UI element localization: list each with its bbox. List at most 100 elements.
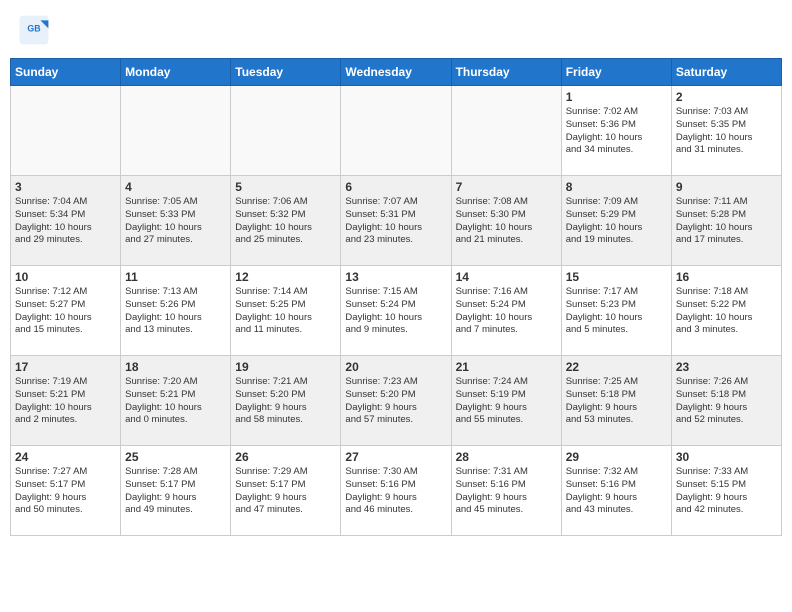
calendar-day-cell [11, 86, 121, 176]
weekday-header: Saturday [671, 59, 781, 86]
calendar-week-row: 1 Sunrise: 7:02 AM Sunset: 5:36 PM Daylig… [11, 86, 782, 176]
calendar-day-cell: 8Sunrise: 7:09 AM Sunset: 5:29 PM Daylig… [561, 176, 671, 266]
day-info: Sunrise: 7:04 AM Sunset: 5:34 PM Dayligh… [15, 196, 116, 247]
day-number: 22 [566, 360, 667, 374]
calendar-day-cell [451, 86, 561, 176]
day-number: 16 [676, 270, 777, 284]
calendar-day-cell [231, 86, 341, 176]
day-number: 6 [345, 180, 446, 194]
day-number: 30 [676, 450, 777, 464]
day-info: Sunrise: 7:20 AM Sunset: 5:21 PM Dayligh… [125, 376, 226, 427]
day-number: 18 [125, 360, 226, 374]
day-number: 9 [676, 180, 777, 194]
day-info: Sunrise: 7:07 AM Sunset: 5:31 PM Dayligh… [345, 196, 446, 247]
calendar-day-cell: 19 Sunrise: 7:21 AM Sunset: 5:20 PM Dayli… [231, 356, 341, 446]
day-info: Sunrise: 7:29 AM Sunset: 5:17 PM Dayligh… [235, 466, 336, 517]
day-number: 29 [566, 450, 667, 464]
day-info: Sunrise: 7:02 AM Sunset: 5:36 PM Dayligh… [566, 106, 667, 157]
day-info: Sunrise: 7:16 AM Sunset: 5:24 PM Dayligh… [456, 286, 557, 337]
calendar-table: SundayMondayTuesdayWednesdayThursdayFrid… [10, 58, 782, 536]
day-number: 7 [456, 180, 557, 194]
calendar-day-cell [341, 86, 451, 176]
calendar-day-cell: 11 Sunrise: 7:13 AM Sunset: 5:26 PM Dayli… [121, 266, 231, 356]
day-number: 19 [235, 360, 336, 374]
day-number: 12 [235, 270, 336, 284]
day-number: 15 [566, 270, 667, 284]
day-info: Sunrise: 7:26 AM Sunset: 5:18 PM Dayligh… [676, 376, 777, 427]
day-number: 14 [456, 270, 557, 284]
day-number: 17 [15, 360, 116, 374]
day-info: Sunrise: 7:23 AM Sunset: 5:20 PM Dayligh… [345, 376, 446, 427]
calendar-day-cell: 7 Sunrise: 7:08 AM Sunset: 5:30 PM Daylig… [451, 176, 561, 266]
calendar-day-cell: 24Sunrise: 7:27 AM Sunset: 5:17 PM Dayli… [11, 446, 121, 536]
calendar-day-cell: 18 Sunrise: 7:20 AM Sunset: 5:21 PM Dayli… [121, 356, 231, 446]
day-info: Sunrise: 7:17 AM Sunset: 5:23 PM Dayligh… [566, 286, 667, 337]
calendar-day-cell: 10 Sunrise: 7:12 AM Sunset: 5:27 PM Dayli… [11, 266, 121, 356]
calendar-week-row: 10 Sunrise: 7:12 AM Sunset: 5:27 PM Dayli… [11, 266, 782, 356]
day-info: Sunrise: 7:09 AM Sunset: 5:29 PM Dayligh… [566, 196, 667, 247]
day-number: 20 [345, 360, 446, 374]
calendar-day-cell: 26 Sunrise: 7:29 AM Sunset: 5:17 PM Dayli… [231, 446, 341, 536]
day-info: Sunrise: 7:19 AM Sunset: 5:21 PM Dayligh… [15, 376, 116, 427]
calendar-day-cell [121, 86, 231, 176]
day-info: Sunrise: 7:08 AM Sunset: 5:30 PM Dayligh… [456, 196, 557, 247]
day-info: Sunrise: 7:28 AM Sunset: 5:17 PM Dayligh… [125, 466, 226, 517]
day-number: 21 [456, 360, 557, 374]
calendar-day-cell: 30 Sunrise: 7:33 AM Sunset: 5:15 PM Dayli… [671, 446, 781, 536]
calendar-day-cell: 17 Sunrise: 7:19 AM Sunset: 5:21 PM Dayli… [11, 356, 121, 446]
weekday-header: Sunday [11, 59, 121, 86]
logo-icon: GB [18, 14, 50, 46]
calendar-day-cell: 6 Sunrise: 7:07 AM Sunset: 5:31 PM Daylig… [341, 176, 451, 266]
calendar-day-cell: 4 Sunrise: 7:05 AM Sunset: 5:33 PM Daylig… [121, 176, 231, 266]
weekday-header: Monday [121, 59, 231, 86]
day-info: Sunrise: 7:13 AM Sunset: 5:26 PM Dayligh… [125, 286, 226, 337]
calendar-day-cell: 5Sunrise: 7:06 AM Sunset: 5:32 PM Daylig… [231, 176, 341, 266]
calendar-day-cell: 22 Sunrise: 7:25 AM Sunset: 5:18 PM Dayli… [561, 356, 671, 446]
day-number: 28 [456, 450, 557, 464]
calendar-week-row: 24Sunrise: 7:27 AM Sunset: 5:17 PM Dayli… [11, 446, 782, 536]
day-number: 13 [345, 270, 446, 284]
day-number: 1 [566, 90, 667, 104]
day-info: Sunrise: 7:33 AM Sunset: 5:15 PM Dayligh… [676, 466, 777, 517]
day-info: Sunrise: 7:30 AM Sunset: 5:16 PM Dayligh… [345, 466, 446, 517]
day-number: 25 [125, 450, 226, 464]
day-info: Sunrise: 7:18 AM Sunset: 5:22 PM Dayligh… [676, 286, 777, 337]
calendar-day-cell: 29 Sunrise: 7:32 AM Sunset: 5:16 PM Dayli… [561, 446, 671, 536]
weekday-header: Wednesday [341, 59, 451, 86]
calendar-day-cell: 20 Sunrise: 7:23 AM Sunset: 5:20 PM Dayli… [341, 356, 451, 446]
calendar-day-cell: 16 Sunrise: 7:18 AM Sunset: 5:22 PM Dayli… [671, 266, 781, 356]
day-info: Sunrise: 7:12 AM Sunset: 5:27 PM Dayligh… [15, 286, 116, 337]
calendar-day-cell: 27 Sunrise: 7:30 AM Sunset: 5:16 PM Dayli… [341, 446, 451, 536]
page-header: GB [10, 10, 782, 50]
day-number: 4 [125, 180, 226, 194]
day-number: 3 [15, 180, 116, 194]
calendar-day-cell: 1 Sunrise: 7:02 AM Sunset: 5:36 PM Daylig… [561, 86, 671, 176]
weekday-header: Friday [561, 59, 671, 86]
logo: GB [18, 14, 54, 46]
calendar-day-cell: 9 Sunrise: 7:11 AM Sunset: 5:28 PM Daylig… [671, 176, 781, 266]
day-info: Sunrise: 7:32 AM Sunset: 5:16 PM Dayligh… [566, 466, 667, 517]
calendar-day-cell: 21Sunrise: 7:24 AM Sunset: 5:19 PM Dayli… [451, 356, 561, 446]
calendar-day-cell: 15 Sunrise: 7:17 AM Sunset: 5:23 PM Dayli… [561, 266, 671, 356]
day-info: Sunrise: 7:25 AM Sunset: 5:18 PM Dayligh… [566, 376, 667, 427]
calendar-day-cell: 3 Sunrise: 7:04 AM Sunset: 5:34 PM Daylig… [11, 176, 121, 266]
calendar-day-cell: 13Sunrise: 7:15 AM Sunset: 5:24 PM Dayli… [341, 266, 451, 356]
day-number: 27 [345, 450, 446, 464]
day-info: Sunrise: 7:05 AM Sunset: 5:33 PM Dayligh… [125, 196, 226, 247]
day-number: 23 [676, 360, 777, 374]
weekday-header: Tuesday [231, 59, 341, 86]
day-number: 2 [676, 90, 777, 104]
day-info: Sunrise: 7:21 AM Sunset: 5:20 PM Dayligh… [235, 376, 336, 427]
day-number: 11 [125, 270, 226, 284]
calendar-header-row: SundayMondayTuesdayWednesdayThursdayFrid… [11, 59, 782, 86]
calendar-day-cell: 12 Sunrise: 7:14 AM Sunset: 5:25 PM Dayli… [231, 266, 341, 356]
svg-text:GB: GB [27, 24, 40, 34]
day-info: Sunrise: 7:31 AM Sunset: 5:16 PM Dayligh… [456, 466, 557, 517]
calendar-day-cell: 14 Sunrise: 7:16 AM Sunset: 5:24 PM Dayli… [451, 266, 561, 356]
day-number: 26 [235, 450, 336, 464]
day-info: Sunrise: 7:11 AM Sunset: 5:28 PM Dayligh… [676, 196, 777, 247]
day-info: Sunrise: 7:14 AM Sunset: 5:25 PM Dayligh… [235, 286, 336, 337]
day-number: 10 [15, 270, 116, 284]
calendar-day-cell: 25 Sunrise: 7:28 AM Sunset: 5:17 PM Dayli… [121, 446, 231, 536]
day-info: Sunrise: 7:06 AM Sunset: 5:32 PM Dayligh… [235, 196, 336, 247]
